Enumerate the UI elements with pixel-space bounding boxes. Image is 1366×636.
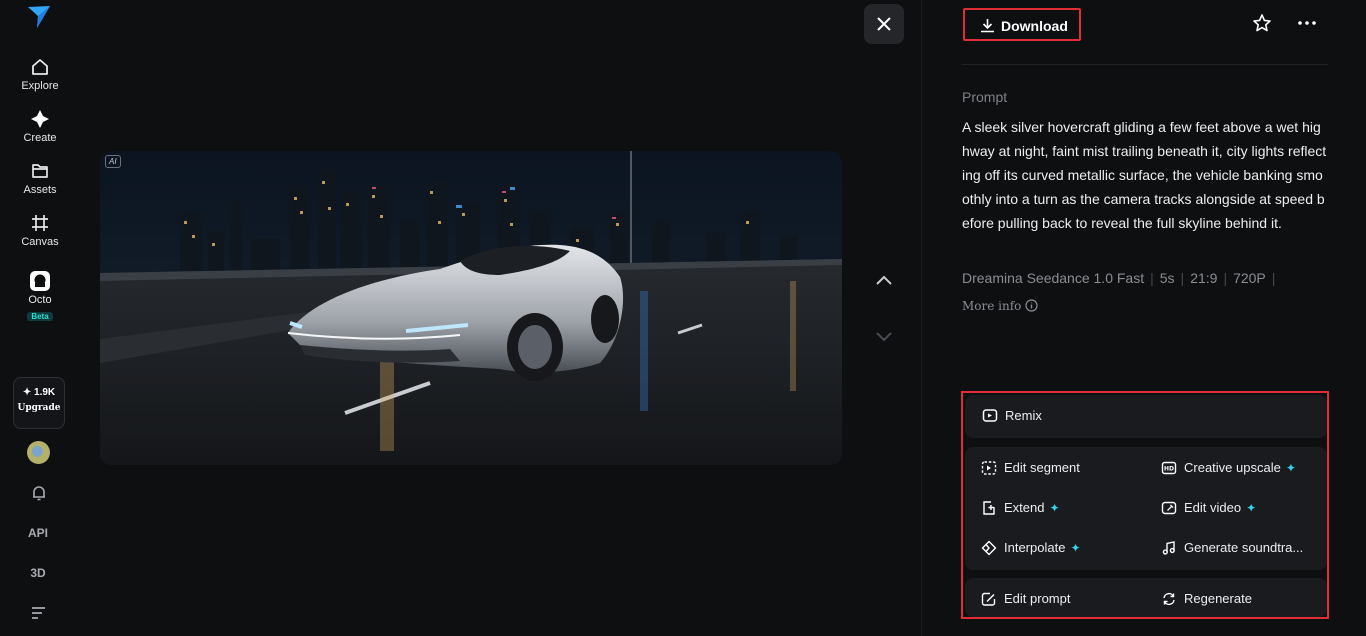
edit-video-icon — [1161, 501, 1177, 515]
remix-icon — [982, 409, 998, 422]
extend-icon — [983, 501, 995, 515]
interpolate-text: Interpolate — [1004, 540, 1066, 555]
previous-button[interactable] — [870, 266, 898, 294]
edit-segment-icon — [981, 461, 997, 475]
download-label: Download — [1001, 18, 1068, 34]
extend-label: Extend ✦ — [1004, 500, 1060, 515]
upgrade-label: Upgrade — [17, 403, 61, 413]
generate-soundtrack-label: Generate soundtra... — [1184, 540, 1304, 555]
3d-link[interactable]: 3D — [0, 566, 76, 580]
credits-count: ✦ 1.9K — [22, 387, 56, 398]
sidebar: Explore Create Assets Canvas Octo Beta ✦… — [0, 0, 80, 636]
star-icon[interactable] — [1252, 13, 1272, 33]
edit-video-label: Edit video ✦ — [1184, 500, 1256, 515]
octo-icon — [30, 271, 50, 291]
folder-icon — [32, 164, 48, 178]
edit-prompt-icon — [981, 592, 996, 606]
more-info-link[interactable]: More info — [962, 299, 1039, 313]
creative-upscale-text: Creative upscale — [1184, 460, 1281, 475]
menu-icon[interactable] — [31, 606, 47, 620]
sidebar-item-label: Create — [23, 132, 57, 144]
regenerate-label: Regenerate — [1184, 591, 1252, 606]
edit-video-text: Edit video — [1184, 500, 1242, 515]
avatar[interactable] — [27, 441, 50, 464]
edit-segment-label: Edit segment — [1004, 460, 1080, 475]
chevron-down-icon — [876, 332, 892, 342]
music-note-icon — [1162, 541, 1175, 555]
sidebar-item-create[interactable]: Create — [0, 109, 80, 144]
duration: 5s — [1159, 270, 1175, 286]
actions-panel: Remix Edit segment HD Creative upscale ✦ … — [961, 391, 1329, 619]
sidebar-item-canvas[interactable]: Canvas — [0, 213, 80, 248]
interpolate-label: Interpolate ✦ — [1004, 540, 1081, 555]
hd-upscale-icon: HD — [1161, 461, 1177, 475]
svg-text:HD: HD — [1164, 466, 1174, 473]
dreamina-logo-icon[interactable] — [26, 4, 52, 30]
download-button[interactable]: Download — [963, 8, 1081, 41]
sparkle-icon: ✦ — [1049, 501, 1060, 515]
bell-icon[interactable] — [30, 484, 48, 502]
extend-text: Extend — [1004, 500, 1045, 515]
sidebar-item-label: Octo — [28, 294, 52, 306]
prompt-text: A sleek silver hovercraft gliding a few … — [962, 119, 1327, 231]
home-icon — [32, 59, 48, 75]
sparkle-icon: ✦ — [1246, 501, 1257, 515]
regenerate-icon — [1163, 592, 1175, 606]
interpolate-icon — [981, 540, 997, 556]
sidebar-item-label: Assets — [23, 184, 57, 196]
video-frame-image — [100, 151, 842, 465]
creative-upscale-label: Creative upscale ✦ — [1184, 460, 1296, 475]
download-icon — [981, 19, 994, 33]
chevron-up-icon — [876, 275, 892, 285]
prompt-tools-card: Edit prompt Regenerate — [965, 578, 1327, 617]
panel-divider — [921, 0, 922, 636]
video-preview[interactable]: AI — [100, 151, 842, 465]
resolution: 720P — [1233, 270, 1266, 286]
sparkle-icon — [31, 110, 49, 128]
credits-value: 1.9K — [34, 387, 56, 398]
api-link[interactable]: API — [0, 526, 76, 540]
ai-badge: AI — [105, 155, 121, 168]
aspect-ratio: 21:9 — [1190, 270, 1218, 286]
upgrade-button[interactable]: ✦ 1.9K Upgrade — [13, 377, 65, 429]
edit-prompt-label: Edit prompt — [1004, 591, 1071, 606]
sidebar-item-assets[interactable]: Assets — [0, 161, 80, 196]
beta-badge: Beta — [27, 312, 53, 321]
model-name: Dreamina Seedance 1.0 Fast — [962, 270, 1145, 286]
sidebar-item-explore[interactable]: Explore — [0, 57, 80, 92]
more-info-label: More info — [962, 299, 1022, 313]
close-button[interactable] — [864, 4, 904, 44]
prompt-heading: Prompt — [962, 89, 1008, 105]
sidebar-item-octo[interactable]: Octo Beta — [0, 270, 80, 324]
canvas-icon — [32, 215, 48, 231]
edit-tools-card: Edit segment HD Creative upscale ✦ Extend… — [965, 447, 1327, 570]
sparkle-icon: ✦ — [1070, 541, 1081, 555]
sparkle-icon: ✦ — [1285, 461, 1296, 475]
next-button[interactable] — [870, 323, 898, 351]
info-icon — [1025, 299, 1039, 312]
more-options-icon[interactable] — [1297, 13, 1317, 33]
generation-meta: Dreamina Seedance 1.0 Fast | 5s | 21:9 | 720P | — [962, 270, 1276, 286]
sidebar-item-label: Explore — [21, 80, 59, 92]
remix-label: Remix — [1005, 408, 1042, 423]
header-divider — [962, 64, 1328, 65]
close-icon — [877, 17, 891, 31]
remix-card: Remix — [965, 395, 1327, 438]
sidebar-item-label: Canvas — [21, 236, 59, 248]
